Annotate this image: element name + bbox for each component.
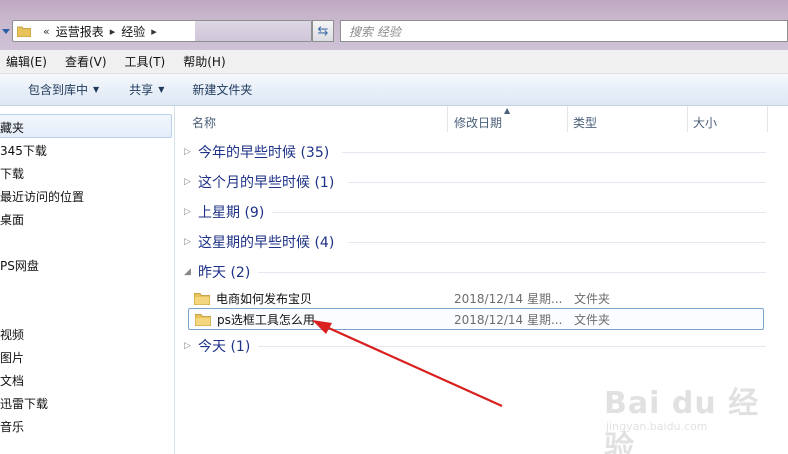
group-header[interactable]: ◢ 昨天 (2) — [184, 262, 250, 282]
nav-item-thunder-downloads[interactable]: 迅雷下载 — [0, 395, 48, 412]
column-header-date[interactable]: 修改日期 — [454, 114, 502, 131]
nav-item-wps-cloud[interactable]: PS网盘 — [0, 257, 39, 274]
address-bar-blurred-area — [195, 21, 311, 41]
title-bar: « 运营报表 ▸ 经验 ▸ ⇆ 搜索 经验 — [0, 0, 788, 50]
folder-icon — [195, 313, 211, 326]
expand-arrow-icon: ▷ — [184, 207, 191, 217]
menu-edit[interactable]: 编辑(E) — [6, 53, 47, 70]
file-name: 电商如何发布宝贝 — [216, 291, 313, 306]
expand-arrow-icon: ▷ — [184, 341, 191, 351]
menu-view[interactable]: 查看(V) — [65, 53, 107, 70]
nav-item-downloads[interactable]: 下载 — [0, 165, 24, 182]
sort-ascending-icon: ▲ — [504, 106, 511, 115]
refresh-button[interactable]: ⇆ — [312, 20, 334, 42]
breadcrumb-separator[interactable]: ▸ — [110, 25, 116, 38]
group-label: 昨天 (2) — [198, 265, 251, 281]
group-divider — [258, 346, 766, 347]
group-divider — [348, 242, 766, 243]
group-divider — [348, 182, 766, 183]
share-label: 共享 — [129, 83, 154, 97]
group-header[interactable]: ▷ 今天 (1) — [184, 336, 250, 356]
folder-icon — [17, 26, 31, 37]
nav-item-favorites[interactable]: 藏夹 — [0, 119, 24, 136]
column-header-name[interactable]: 名称 — [192, 114, 216, 131]
nav-item-desktop[interactable]: 桌面 — [0, 211, 24, 228]
file-name: ps选框工具怎么用 — [217, 312, 315, 327]
column-header-size[interactable]: 大小 — [693, 114, 717, 131]
search-placeholder: 搜索 经验 — [349, 24, 401, 39]
nav-item-recent-places[interactable]: 最近访问的位置 — [0, 188, 84, 205]
nav-item-pictures[interactable]: 图片 — [0, 349, 24, 366]
file-type: 文件夹 — [574, 291, 611, 306]
dropdown-arrow-icon[interactable] — [0, 24, 12, 38]
group-label: 今年的早些时候 (35) — [198, 145, 330, 161]
nav-selection-highlight — [0, 114, 172, 138]
group-header[interactable]: ▷ 今年的早些时候 (35) — [184, 142, 329, 162]
breadcrumb-separator[interactable]: ▸ — [151, 25, 157, 38]
new-folder-button[interactable]: 新建文件夹 — [192, 81, 252, 98]
file-type: 文件夹 — [574, 312, 611, 327]
include-in-library-label: 包含到库中 — [28, 83, 89, 97]
watermark-url: jingyan.baidu.com — [606, 420, 708, 433]
command-bar: 包含到库中 ▼ 共享 ▼ 新建文件夹 — [0, 74, 788, 106]
column-divider[interactable] — [567, 106, 568, 132]
include-in-library-button[interactable]: 包含到库中 ▼ — [28, 81, 99, 98]
group-divider — [342, 152, 766, 153]
group-divider — [272, 212, 766, 213]
breadcrumb-overflow[interactable]: « — [43, 25, 50, 38]
baidu-watermark: Bai du 经验 jingyan.baidu.com — [604, 378, 764, 454]
folder-icon — [194, 292, 210, 305]
breadcrumb-item-current[interactable]: 经验 — [121, 23, 145, 40]
share-button[interactable]: 共享 ▼ — [129, 81, 164, 98]
column-divider[interactable] — [767, 106, 768, 132]
group-header[interactable]: ▷ 这星期的早些时候 (4) — [184, 232, 334, 252]
menu-tools[interactable]: 工具(T) — [125, 53, 166, 70]
file-date: 2018/12/14 星期... — [454, 291, 563, 306]
search-input[interactable]: 搜索 经验 — [340, 20, 788, 42]
navigation-pane: 藏夹 345下载 下载 最近访问的位置 桌面 PS网盘 视频 图片 文档 迅雷下… — [0, 106, 175, 454]
expand-arrow-icon: ▷ — [184, 177, 191, 187]
group-header[interactable]: ▷ 上星期 (9) — [184, 202, 264, 222]
file-date: 2018/12/14 星期... — [454, 312, 563, 327]
chevron-down-icon: ▼ — [93, 85, 100, 94]
group-label: 这星期的早些时候 (4) — [198, 235, 335, 251]
group-divider — [258, 272, 766, 273]
breadcrumb-item-reports[interactable]: 运营报表 — [56, 23, 104, 40]
group-header[interactable]: ▷ 这个月的早些时候 (1) — [184, 172, 334, 192]
watermark-logo: Bai du 经验 — [604, 386, 760, 454]
nav-item-music[interactable]: 音乐 — [0, 418, 24, 435]
column-divider[interactable] — [447, 106, 448, 132]
chevron-down-icon: ▼ — [158, 85, 165, 94]
menu-bar: 编辑(E) 查看(V) 工具(T) 帮助(H) — [0, 50, 788, 74]
new-folder-label: 新建文件夹 — [192, 83, 253, 97]
menu-help[interactable]: 帮助(H) — [183, 53, 225, 70]
group-label: 上星期 (9) — [198, 205, 265, 221]
group-label: 这个月的早些时候 (1) — [198, 175, 335, 191]
column-header-type[interactable]: 类型 — [573, 114, 597, 131]
collapse-arrow-icon: ◢ — [184, 267, 191, 277]
nav-item-documents[interactable]: 文档 — [0, 372, 24, 389]
expand-arrow-icon: ▷ — [184, 147, 191, 157]
column-divider[interactable] — [687, 106, 688, 132]
nav-item-2345-downloads[interactable]: 345下载 — [0, 142, 47, 159]
refresh-icon: ⇆ — [317, 23, 329, 39]
nav-item-videos[interactable]: 视频 — [0, 326, 24, 343]
file-row-focused[interactable]: ps选框工具怎么用 2018/12/14 星期... 文件夹 — [188, 308, 764, 330]
group-label: 今天 (1) — [198, 339, 251, 355]
expand-arrow-icon: ▷ — [184, 237, 191, 247]
file-row[interactable]: 电商如何发布宝贝 2018/12/14 星期... 文件夹 — [188, 287, 764, 309]
